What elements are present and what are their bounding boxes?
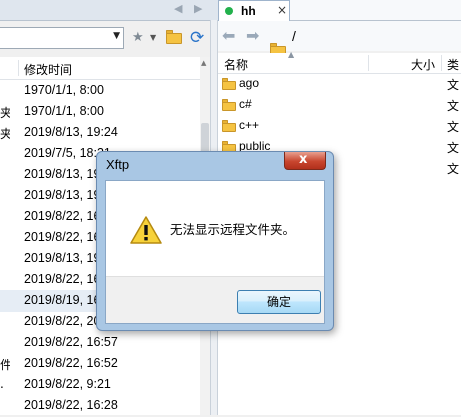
chevron-down-icon[interactable]: ▼ — [113, 31, 120, 41]
name-cell-tail: 夹 — [0, 127, 10, 141]
modified-cell: 2019/8/22, 16:57 — [24, 335, 118, 349]
connected-status-icon — [225, 7, 233, 15]
table-row[interactable]: 夹 1970/1/1, 8:00 — [0, 101, 200, 123]
warning-icon — [130, 216, 162, 244]
file-type: 文 — [447, 141, 460, 155]
remote-list-header: ▲ 名称 大小 类 — [218, 50, 461, 74]
local-list-header: 修改时间 — [0, 57, 200, 80]
favorites-chevron-icon[interactable]: ▼ — [150, 33, 156, 42]
modified-cell: 2019/8/22, 16 — [24, 209, 101, 223]
modified-cell: 2019/8/13, 19 — [24, 167, 101, 181]
dialog-close-button[interactable]: x — [284, 152, 326, 170]
column-header-size[interactable]: 大小 — [411, 56, 435, 73]
folder-icon — [222, 78, 236, 90]
modified-cell: 2019/8/22, 16 — [24, 230, 101, 244]
file-name: c++ — [239, 118, 260, 132]
ok-button[interactable]: 确定 — [237, 290, 321, 314]
modified-cell: 2019/8/22, 16:28 — [24, 398, 118, 412]
name-cell-tail: . — [0, 377, 4, 391]
modified-cell: 1970/1/1, 8:00 — [24, 104, 104, 118]
modified-cell: 2019/8/13, 19 — [24, 188, 101, 202]
sort-ascending-icon: ▲ — [288, 50, 295, 59]
modified-cell: 2019/8/19, 16 — [24, 293, 101, 307]
file-name: ago — [239, 76, 260, 90]
column-header-type[interactable]: 类 — [447, 56, 459, 73]
scroll-up-icon[interactable]: ▲ — [201, 59, 206, 67]
modified-cell: 2019/8/13, 19:24 — [24, 125, 118, 139]
dialog-message: 无法显示远程文件夹。 — [170, 222, 296, 237]
file-type: 文 — [447, 78, 460, 92]
column-header-name[interactable]: 名称 — [224, 56, 248, 73]
folder-icon — [222, 120, 236, 132]
table-row[interactable]: 夹 2019/8/13, 19:24 — [0, 122, 200, 144]
tab-strip-empty — [290, 0, 461, 20]
column-separator[interactable] — [441, 55, 442, 71]
tab-label: hh — [241, 4, 256, 18]
remote-path[interactable]: / — [292, 28, 296, 44]
dialog-body: 无法显示远程文件夹。 确定 — [105, 180, 325, 324]
table-row[interactable]: 2019/8/22, 16:28 — [0, 395, 200, 417]
table-row[interactable]: 2019/8/22, 16:57 — [0, 332, 200, 354]
tab-scroll-arrows[interactable]: ◀ ▶ — [174, 2, 214, 18]
file-type: 文 — [447, 120, 460, 134]
favorites-icon[interactable]: ★ — [132, 30, 150, 46]
parent-folder-icon[interactable] — [166, 30, 182, 44]
folder-icon — [222, 99, 236, 111]
list-item[interactable]: c++ 文 — [218, 116, 461, 136]
file-type: 文 — [447, 99, 460, 113]
column-separator[interactable] — [368, 55, 369, 71]
modified-cell: 2019/8/13, 19 — [24, 251, 101, 265]
table-row[interactable]: 件 2019/8/22, 16:52 — [0, 353, 200, 375]
modified-cell: 1970/1/1, 8:00 — [24, 83, 104, 97]
tab-hh[interactable]: hh × — [218, 0, 290, 21]
error-dialog: Xftp x 无法显示远程文件夹。 确定 — [96, 151, 334, 331]
name-cell-tail: 夹 — [0, 106, 10, 120]
modified-cell: 2019/8/22, 16 — [24, 272, 101, 286]
list-item[interactable]: c# 文 — [218, 95, 461, 115]
dialog-title: Xftp — [106, 157, 130, 172]
modified-cell: 2019/8/22, 16:52 — [24, 356, 118, 370]
column-header-modified[interactable]: 修改时间 — [24, 61, 72, 78]
file-type: 文 — [447, 162, 460, 176]
tab-close-icon[interactable]: × — [277, 3, 287, 17]
name-cell-tail: 件 — [0, 358, 10, 372]
refresh-icon[interactable]: ⟳ — [190, 28, 210, 48]
local-path-combobox[interactable]: ▼ — [0, 27, 124, 49]
modified-cell: 2019/8/22, 20 — [24, 314, 101, 328]
list-item[interactable]: ago 文 — [218, 74, 461, 94]
column-separator[interactable] — [18, 60, 19, 76]
dialog-button-area: 确定 — [106, 276, 324, 323]
back-arrow-icon[interactable]: ⬅ — [222, 26, 235, 45]
table-row[interactable]: . 2019/8/22, 9:21 — [0, 374, 200, 396]
close-icon: x — [299, 152, 308, 167]
modified-cell: 2019/8/22, 9:21 — [24, 377, 111, 391]
file-name: c# — [239, 97, 252, 111]
table-row[interactable]: 1970/1/1, 8:00 — [0, 80, 200, 102]
forward-arrow-icon[interactable]: ➡ — [246, 26, 259, 45]
